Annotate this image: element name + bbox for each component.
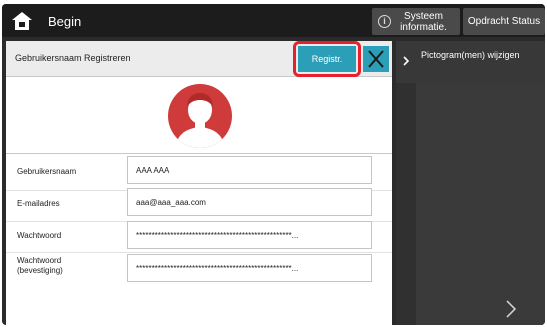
system-info-button[interactable]: i Systeem informatie.	[372, 8, 460, 35]
user-avatar-icon[interactable]	[167, 83, 233, 149]
change-icons-button[interactable]: Pictogram(men) wijzigen	[396, 41, 545, 83]
password-confirm-label-line2: (bevestiging)	[17, 266, 63, 275]
system-info-label: Systeem informatie.	[391, 11, 460, 33]
dialog-header: Gebruikersnaam Registreren Registr.	[6, 41, 392, 77]
password-confirm-label: Wachtwoord (bevestiging)	[17, 256, 63, 276]
username-field[interactable]: AAA AAA	[127, 156, 372, 184]
chevron-right-icon	[401, 55, 411, 67]
device-screen: Begin i Systeem informatie. Opdracht Sta…	[2, 4, 545, 325]
password-row: Wachtwoord *****************************…	[6, 219, 392, 255]
top-bar: Begin i Systeem informatie. Opdracht Sta…	[2, 4, 545, 37]
right-panel-content	[416, 83, 545, 325]
username-label: Gebruikersnaam	[17, 167, 77, 176]
home-icon	[10, 10, 34, 32]
job-status-button[interactable]: Opdracht Status	[463, 8, 545, 35]
home-button[interactable]: Begin	[10, 7, 130, 35]
next-arrow-icon[interactable]	[504, 298, 518, 320]
email-row: E-mailadres aaa@aaa_aaa.com	[6, 186, 392, 222]
password-label: Wachtwoord	[17, 231, 62, 240]
right-panel: Pictogram(men) wijzigen	[396, 41, 545, 325]
password-confirm-field[interactable]: ****************************************…	[127, 254, 372, 282]
dialog-title: Gebruikersnaam Registreren	[15, 53, 131, 63]
email-field[interactable]: aaa@aaa_aaa.com	[127, 188, 372, 216]
info-icon: i	[378, 15, 391, 28]
close-button[interactable]	[363, 46, 389, 72]
password-confirm-row: Wachtwoord (bevestiging) ***************…	[6, 252, 392, 288]
system-info-label-line1: Systeem	[404, 10, 443, 22]
home-label: Begin	[48, 13, 82, 29]
system-info-label-line2: informatie.	[400, 21, 447, 33]
username-row: Gebruikersnaam AAA AAA	[6, 154, 392, 190]
password-confirm-label-line1: Wachtwoord	[17, 256, 62, 265]
password-field[interactable]: ****************************************…	[127, 221, 372, 249]
register-button[interactable]: Registr.	[298, 46, 356, 72]
change-icons-label: Pictogram(men) wijzigen	[421, 50, 520, 60]
email-label: E-mailadres	[17, 199, 60, 208]
close-icon	[368, 50, 384, 68]
register-user-dialog: Gebruikersnaam Registreren Registr. Gebr…	[6, 41, 392, 325]
avatar-area	[6, 78, 392, 158]
